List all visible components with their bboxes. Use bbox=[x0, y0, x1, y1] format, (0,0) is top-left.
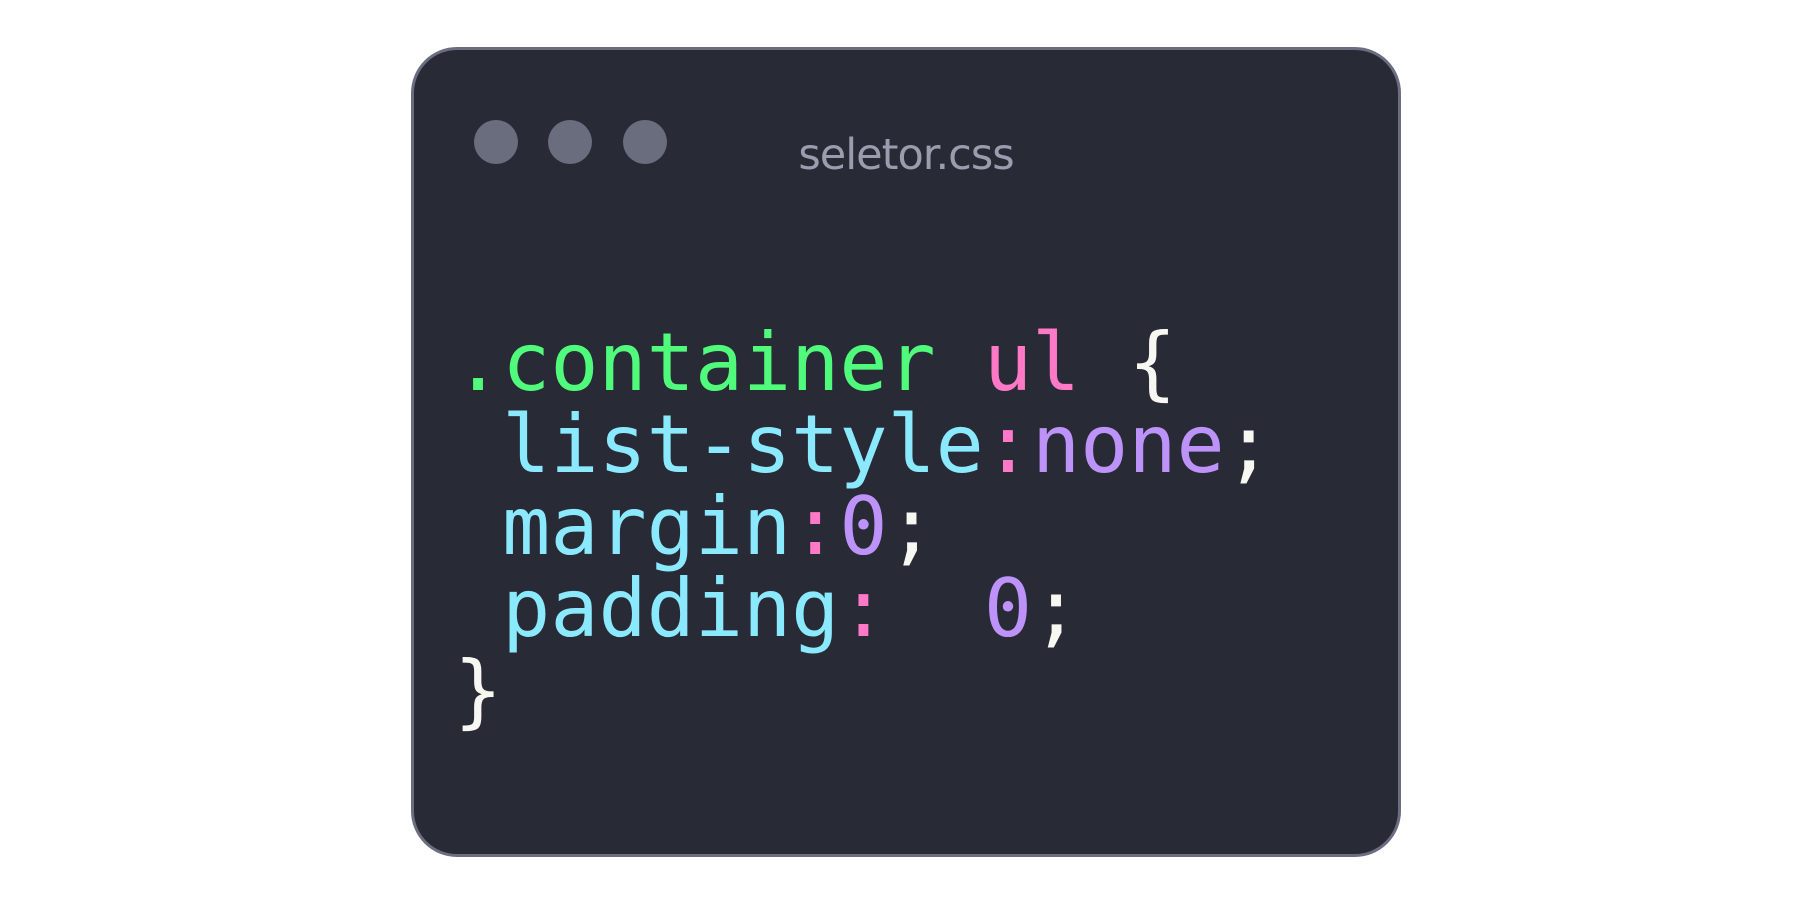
css-colon: : bbox=[791, 480, 840, 573]
css-value: none bbox=[1031, 398, 1225, 491]
css-tag: ul bbox=[983, 316, 1081, 409]
file-title: seletor.css bbox=[798, 130, 1014, 180]
css-selector: .container bbox=[454, 316, 936, 409]
code-line-declaration: list-style:none; bbox=[454, 404, 1273, 486]
css-semicolon: ; bbox=[1224, 398, 1273, 491]
code-line-declaration: padding: 0; bbox=[454, 568, 1273, 650]
css-colon: : bbox=[839, 562, 936, 655]
code-block: .container ul { list-style:none; margin:… bbox=[454, 322, 1273, 732]
css-property: margin bbox=[502, 480, 792, 573]
close-brace: } bbox=[454, 644, 503, 737]
css-property: list-style bbox=[502, 398, 984, 491]
code-line-selector: .container ul { bbox=[454, 322, 1273, 404]
css-value: 0 bbox=[839, 480, 888, 573]
css-property: padding bbox=[502, 562, 840, 655]
code-line-declaration: margin:0; bbox=[454, 486, 1273, 568]
open-brace: { bbox=[1128, 316, 1177, 409]
css-semicolon: ; bbox=[887, 480, 936, 573]
code-window: seletor.css .container ul { list-style:n… bbox=[411, 47, 1401, 857]
css-value: 0 bbox=[983, 562, 1032, 655]
css-colon: : bbox=[983, 398, 1032, 491]
code-line-close: } bbox=[454, 650, 1273, 732]
css-semicolon: ; bbox=[1032, 562, 1081, 655]
